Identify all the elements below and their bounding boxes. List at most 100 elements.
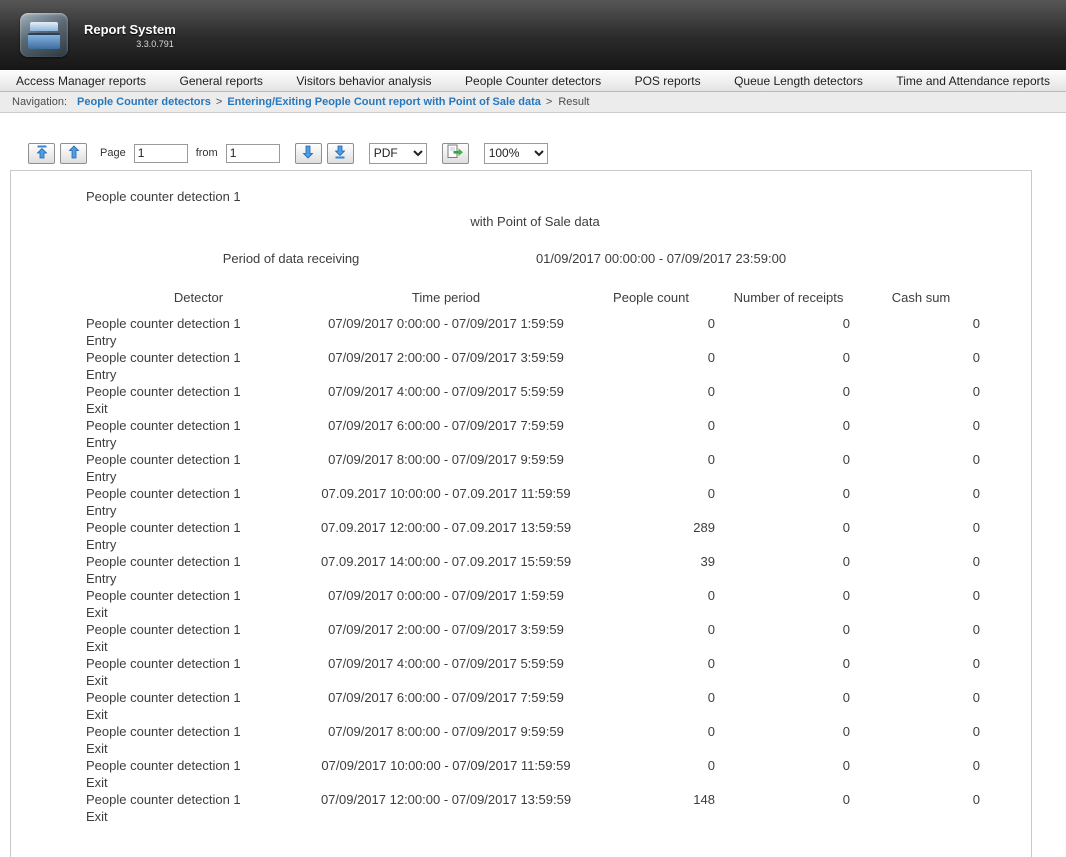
table-row: People counter detection 1 Exit 07/09/20… [86, 791, 984, 825]
detector-name: People counter detection 1 [86, 791, 311, 808]
detector-cell: People counter detection 1 Entry [86, 485, 311, 519]
time-period-cell: 07/09/2017 12:00:00 - 07/09/2017 13:59:5… [311, 791, 581, 808]
detector-cell: People counter detection 1 Exit [86, 689, 311, 723]
detector-cell: People counter detection 1 Entry [86, 519, 311, 553]
export-icon [447, 144, 464, 162]
table-row: People counter detection 1 Exit 07/09/20… [86, 655, 984, 689]
detector-cell: People counter detection 1 Exit [86, 621, 311, 655]
time-period-cell: 07.09.2017 14:00:00 - 07.09.2017 15:59:5… [311, 553, 581, 570]
menu-item-queue-length-detectors[interactable]: Queue Length detectors [730, 72, 867, 90]
total-pages-input[interactable] [226, 144, 280, 163]
menu-bar: Access Manager reports General reports V… [0, 70, 1066, 92]
menu-item-people-counter-detectors[interactable]: People Counter detectors [461, 72, 605, 90]
receipts-value: 0 [721, 315, 856, 332]
detector-name: People counter detection 1 [86, 587, 311, 604]
period-label: Period of data receiving [86, 250, 496, 267]
people-count-value: 0 [581, 349, 721, 366]
receipts-value: 0 [721, 485, 856, 502]
receipts-value: 0 [721, 349, 856, 366]
export-button[interactable] [442, 143, 469, 164]
app-title: Report System [84, 22, 176, 37]
detector-direction: Exit [86, 604, 311, 621]
detector-name: People counter detection 1 [86, 621, 311, 638]
detector-direction: Entry [86, 570, 311, 587]
menu-item-time-and-attendance-reports[interactable]: Time and Attendance reports [892, 72, 1054, 90]
first-page-button[interactable] [28, 143, 55, 164]
detector-direction: Exit [86, 400, 311, 417]
app-header: Report System 3.3.0.791 [0, 0, 1066, 70]
menu-item-visitors-behavior-analysis[interactable]: Visitors behavior analysis [292, 72, 435, 90]
people-count-value: 0 [581, 723, 721, 740]
detector-cell: People counter detection 1 Exit [86, 723, 311, 757]
people-count-value: 0 [581, 315, 721, 332]
receipts-value: 0 [721, 621, 856, 638]
cash-sum-value: 0 [856, 451, 986, 468]
detector-direction: Exit [86, 774, 311, 791]
breadcrumb-link-people-counter-detectors[interactable]: People Counter detectors [77, 96, 211, 108]
table-row: People counter detection 1 Entry 07.09.2… [86, 485, 984, 519]
cash-sum-value: 0 [856, 723, 986, 740]
detector-direction: Entry [86, 366, 311, 383]
menu-item-pos-reports[interactable]: POS reports [631, 72, 705, 90]
time-period-cell: 07.09.2017 10:00:00 - 07.09.2017 11:59:5… [311, 485, 581, 502]
arrow-down-icon [302, 145, 314, 162]
time-period-cell: 07/09/2017 2:00:00 - 07/09/2017 3:59:59 [311, 621, 581, 638]
people-count-value: 0 [581, 757, 721, 774]
time-period-cell: 07/09/2017 2:00:00 - 07/09/2017 3:59:59 [311, 349, 581, 366]
detector-direction: Entry [86, 536, 311, 553]
last-page-button[interactable] [327, 143, 354, 164]
report-page: People counter detection 1 with Point of… [10, 170, 1032, 857]
detector-cell: People counter detection 1 Entry [86, 315, 311, 349]
zoom-select[interactable]: 100% [484, 143, 548, 164]
people-count-value: 0 [581, 383, 721, 400]
people-count-value: 39 [581, 553, 721, 570]
cash-sum-value: 0 [856, 689, 986, 706]
detector-cell: People counter detection 1 Exit [86, 655, 311, 689]
detector-cell: People counter detection 1 Entry [86, 553, 311, 587]
page-input[interactable] [134, 144, 188, 163]
receipts-value: 0 [721, 655, 856, 672]
menu-item-access-manager-reports[interactable]: Access Manager reports [12, 72, 150, 90]
table-row: People counter detection 1 Exit 07/09/20… [86, 723, 984, 757]
menu-item-general-reports[interactable]: General reports [176, 72, 267, 90]
detector-direction: Entry [86, 332, 311, 349]
receipts-value: 0 [721, 383, 856, 400]
prev-page-button[interactable] [60, 143, 87, 164]
detector-cell: People counter detection 1 Exit [86, 791, 311, 825]
people-count-value: 289 [581, 519, 721, 536]
detector-direction: Exit [86, 672, 311, 689]
cash-sum-value: 0 [856, 791, 986, 808]
arrow-up-icon [68, 145, 80, 162]
detector-name: People counter detection 1 [86, 519, 311, 536]
detector-direction: Exit [86, 808, 311, 825]
receipts-value: 0 [721, 519, 856, 536]
table-row: People counter detection 1 Exit 07/09/20… [86, 689, 984, 723]
export-format-select[interactable]: PDF [369, 143, 427, 164]
detector-name: People counter detection 1 [86, 723, 311, 740]
breadcrumb-label: Navigation: [12, 96, 67, 108]
period-value: 01/09/2017 00:00:00 - 07/09/2017 23:59:0… [496, 250, 826, 267]
table-row: People counter detection 1 Exit 07/09/20… [86, 621, 984, 655]
detector-direction: Entry [86, 468, 311, 485]
next-page-button[interactable] [295, 143, 322, 164]
cash-sum-value: 0 [856, 553, 986, 570]
breadcrumb-link-report[interactable]: Entering/Exiting People Count report wit… [227, 96, 541, 108]
detector-cell: People counter detection 1 Entry [86, 417, 311, 451]
time-period-cell: 07/09/2017 6:00:00 - 07/09/2017 7:59:59 [311, 417, 581, 434]
table-row: People counter detection 1 Entry 07/09/2… [86, 349, 984, 383]
people-count-value: 0 [581, 485, 721, 502]
detector-name: People counter detection 1 [86, 451, 311, 468]
detector-name: People counter detection 1 [86, 757, 311, 774]
table-row: People counter detection 1 Entry 07.09.2… [86, 519, 984, 553]
table-body: People counter detection 1 Entry 07/09/2… [86, 315, 984, 825]
detector-name: People counter detection 1 [86, 689, 311, 706]
time-period-cell: 07/09/2017 0:00:00 - 07/09/2017 1:59:59 [311, 315, 581, 332]
detector-name: People counter detection 1 [86, 417, 311, 434]
period-row: Period of data receiving 01/09/2017 00:0… [86, 250, 984, 267]
from-label: from [196, 147, 218, 159]
time-period-cell: 07.09.2017 12:00:00 - 07.09.2017 13:59:5… [311, 519, 581, 536]
table-row: People counter detection 1 Exit 07/09/20… [86, 757, 984, 791]
report-toolbar: Page from PDF 100% [28, 142, 1066, 164]
detector-cell: People counter detection 1 Exit [86, 757, 311, 791]
time-period-cell: 07/09/2017 8:00:00 - 07/09/2017 9:59:59 [311, 451, 581, 468]
